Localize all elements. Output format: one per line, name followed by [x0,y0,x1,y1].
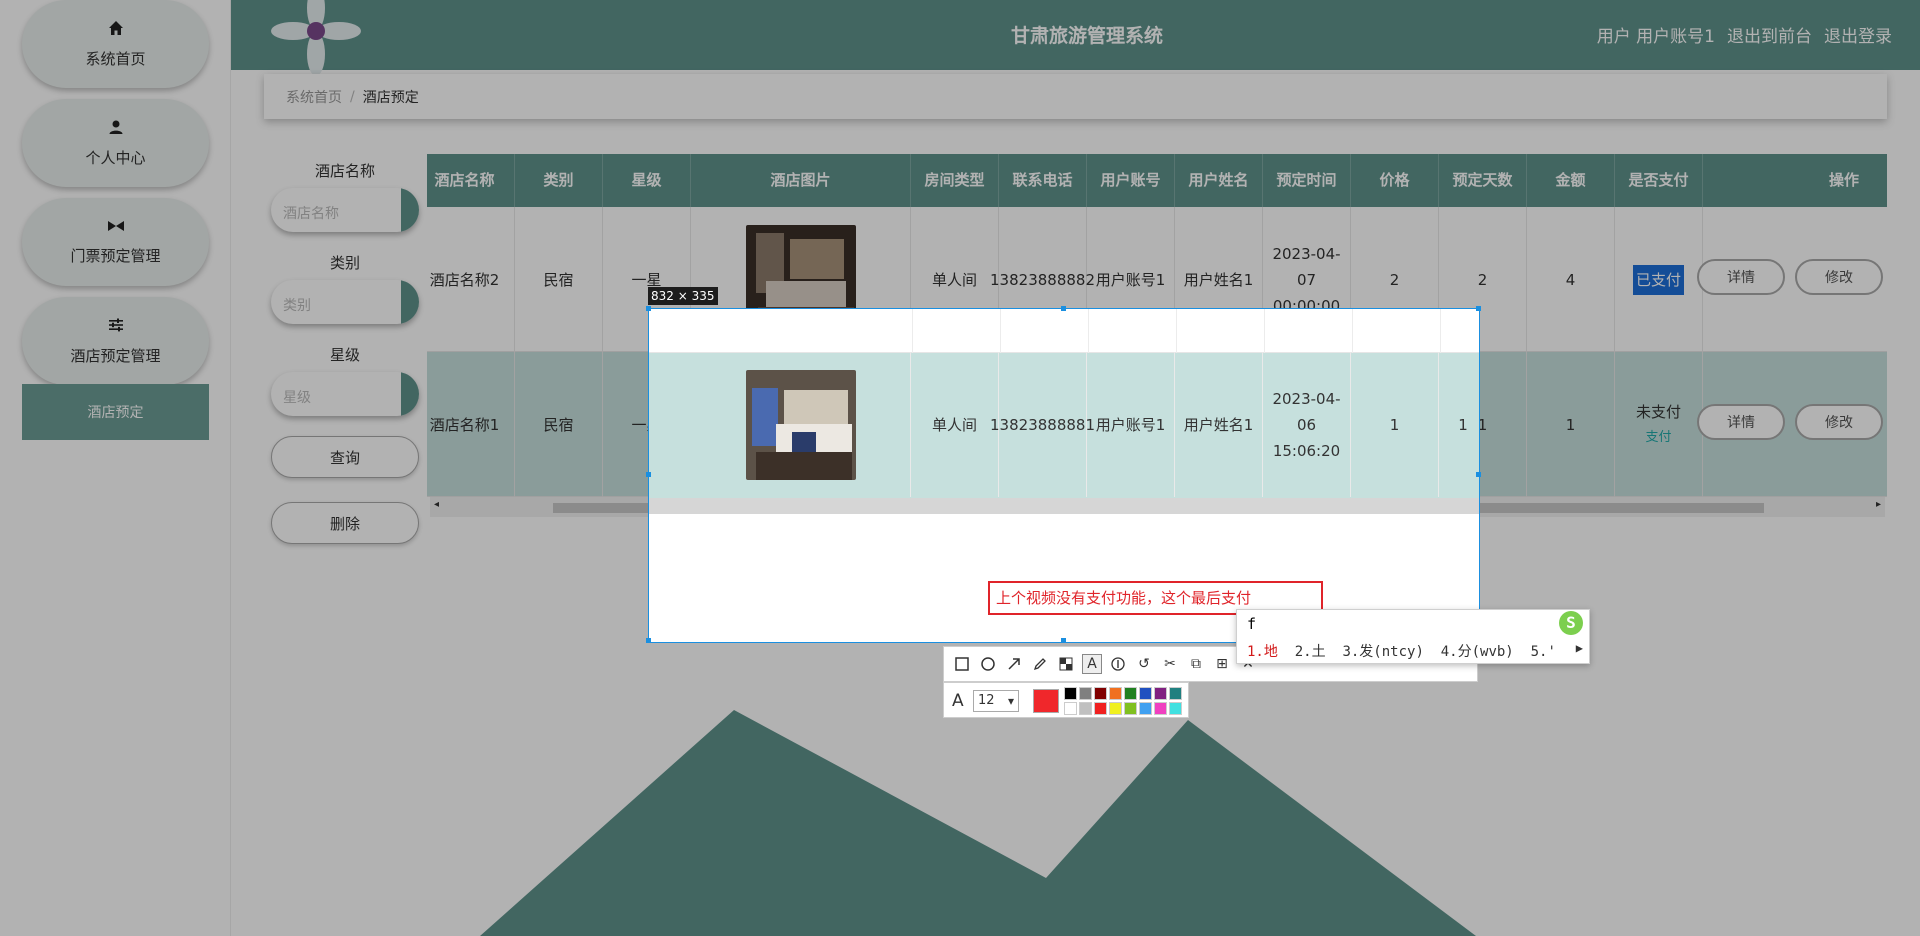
ime-candidate[interactable]: 1.地 [1247,644,1278,660]
rectangle-tool-icon[interactable] [952,654,972,674]
palette-color-swatch[interactable] [1064,702,1077,715]
crop-tool-icon[interactable]: ✂ [1160,654,1180,674]
resize-handle[interactable] [646,638,651,643]
font-size-icon: A [952,691,964,711]
cell-price: 1 [1351,352,1439,497]
ime-candidate-window: f S 1.地 2.土 3.发(ntcy) 4.分(wvb) 5.' ▶ [1236,609,1590,664]
color-palette [1064,687,1183,716]
ime-candidate[interactable]: 5.' [1531,644,1556,660]
text-style-toolbar: A 12 [943,682,1189,718]
resize-handle[interactable] [1061,638,1066,643]
text-tool-icon[interactable]: A [1082,654,1102,674]
undo-icon[interactable]: ↺ [1134,654,1154,674]
resize-handle[interactable] [1476,472,1481,477]
ime-candidate[interactable]: 2.土 [1295,644,1326,660]
ocr-tool-icon[interactable]: ⊞ [1212,654,1232,674]
mosaic-tool-icon[interactable] [1056,654,1076,674]
cell-time: 2023-04-06 15:06:20 [1263,352,1351,497]
arrow-tool-icon[interactable] [1004,654,1024,674]
ime-candidate[interactable]: 4.分(wvb) [1441,644,1514,660]
ime-input-text: f [1247,615,1257,633]
font-size-select[interactable]: 12 [973,690,1019,712]
palette-color-swatch[interactable] [1154,687,1167,700]
palette-color-swatch[interactable] [1094,687,1107,700]
current-color-swatch[interactable] [1033,689,1059,713]
palette-color-swatch[interactable] [1079,687,1092,700]
palette-color-swatch[interactable] [1169,702,1182,715]
palette-color-swatch[interactable] [1109,687,1122,700]
number-tool-icon[interactable] [1108,654,1128,674]
resize-handle[interactable] [1061,306,1066,311]
palette-color-swatch[interactable] [1124,687,1137,700]
palette-color-swatch[interactable] [1079,702,1092,715]
palette-color-swatch[interactable] [1064,687,1077,700]
ime-next-page-icon[interactable]: ▶ [1576,641,1583,655]
palette-color-swatch[interactable] [1154,702,1167,715]
cell-image [691,352,911,497]
selection-row-content: 单人间 13823888881 用户账号1 用户姓名1 2023-04-06 1… [427,352,1487,497]
cell-username: 用户姓名1 [1175,352,1263,497]
scrollbar-track [649,498,1479,514]
pen-tool-icon[interactable] [1030,654,1050,674]
resize-handle[interactable] [646,306,651,311]
palette-color-swatch[interactable] [1109,702,1122,715]
ime-candidates: 1.地 2.土 3.发(ntcy) 4.分(wvb) 5.' [1247,641,1556,661]
cell-account: 用户账号1 [1087,352,1175,497]
ellipse-tool-icon[interactable] [978,654,998,674]
sogou-logo-icon: S [1559,611,1583,635]
palette-color-swatch[interactable] [1169,687,1182,700]
resize-handle[interactable] [646,472,651,477]
pin-tool-icon[interactable]: ⧉ [1186,654,1206,674]
row-fragment [649,309,1479,353]
cell-room-type: 单人间 [911,352,999,497]
palette-color-swatch[interactable] [1139,687,1152,700]
palette-color-swatch[interactable] [1124,702,1137,715]
ime-candidate[interactable]: 3.发(ntcy) [1342,644,1423,660]
cell-phone: 13823888881 [990,352,1095,497]
selection-dimensions: 832 × 335 [648,287,718,305]
hotel-image [745,369,856,480]
palette-color-swatch[interactable] [1139,702,1152,715]
palette-color-swatch[interactable] [1094,702,1107,715]
resize-handle[interactable] [1476,306,1481,311]
